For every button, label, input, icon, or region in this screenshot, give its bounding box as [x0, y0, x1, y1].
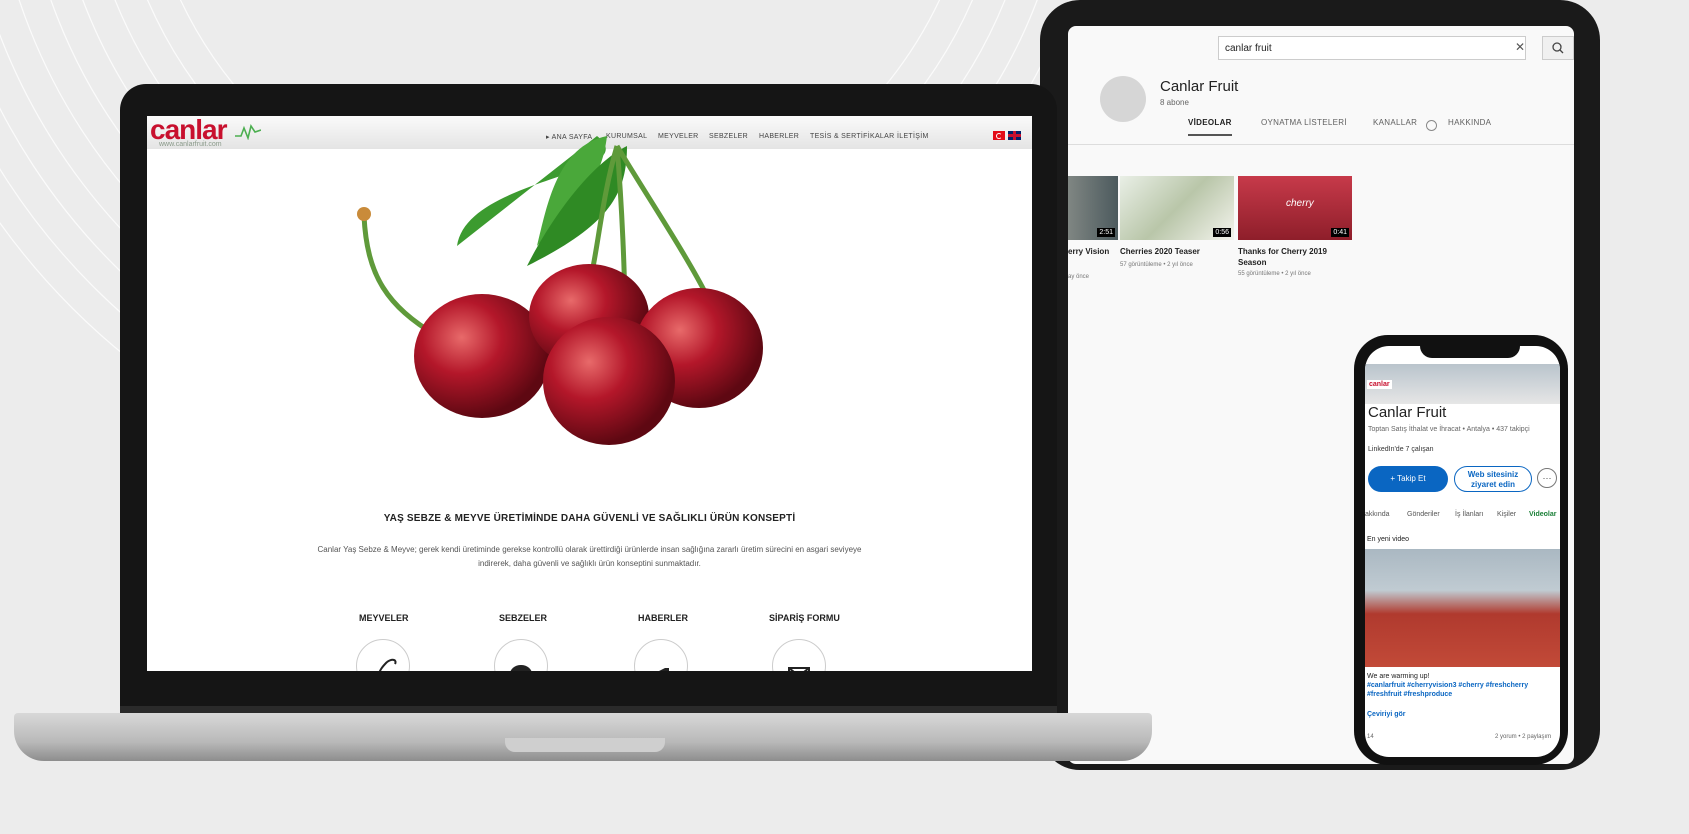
video-title[interactable]: Thanks for Cherry 2019 Season [1238, 246, 1350, 268]
tab-playlists[interactable]: OYNATMA LİSTELERİ [1261, 118, 1347, 127]
tab-videos[interactable]: Videolar [1529, 511, 1557, 518]
site-url: www.canlarfruit.com [159, 141, 222, 148]
video-player[interactable] [1365, 549, 1560, 667]
video-thumbnail[interactable]: 0:56 [1120, 176, 1234, 240]
tab-people[interactable]: Kişiler [1497, 511, 1516, 518]
nav-contact[interactable]: İLETİŞİM [897, 133, 929, 140]
video-duration: 0:41 [1331, 228, 1349, 237]
phone-screen: canlar Canlar Fruit Toptan Satış İthalat… [1365, 346, 1560, 757]
company-logo[interactable]: canlar [1367, 380, 1392, 389]
channel-avatar[interactable] [1100, 76, 1146, 122]
logo-wave-icon [235, 124, 261, 140]
turkish-flag-icon[interactable] [993, 131, 1005, 140]
company-banner [1365, 364, 1560, 404]
more-options-button[interactable]: ··· [1537, 468, 1557, 488]
vegetable-icon[interactable] [494, 639, 548, 671]
channel-search-icon[interactable] [1426, 120, 1437, 131]
tab-posts[interactable]: Gönderiler [1407, 511, 1440, 518]
phone-notch [1420, 344, 1520, 358]
category-fruits[interactable]: MEYVELER [359, 613, 409, 623]
video-title[interactable]: Cherries 2020 Teaser [1120, 246, 1234, 257]
post-hashtags[interactable]: #canlarfruit #cherryvision3 #cherry #fre… [1367, 682, 1528, 698]
laptop-trackpad-notch [505, 738, 665, 752]
tab-about[interactable]: HAKKINDA [1448, 118, 1491, 127]
video-meta: 55 görüntüleme • 2 yıl önce [1238, 271, 1311, 277]
site-headline: YAŞ SEBZE & MEYVE ÜRETİMİNDE DAHA GÜVENL… [383, 513, 796, 524]
clear-search-icon[interactable]: ✕ [1515, 40, 1525, 54]
tab-videos[interactable]: VİDEOLAR [1188, 118, 1232, 136]
search-icon [1552, 42, 1564, 54]
thumbnail-overlay-text: cherry [1286, 198, 1314, 209]
tab-about[interactable]: akkında [1365, 511, 1390, 518]
category-order-form[interactable]: SİPARİŞ FORMU [769, 613, 840, 623]
fruit-icon[interactable] [356, 639, 410, 671]
laptop-base [14, 713, 1152, 761]
reaction-count[interactable]: 14 [1367, 734, 1374, 740]
subscriber-count: 8 abone [1160, 98, 1189, 107]
category-vegetables[interactable]: SEBZELER [499, 613, 547, 623]
linkedin-employees[interactable]: LinkedIn'de 7 çalışan [1368, 446, 1434, 453]
tabs-divider [1068, 144, 1574, 145]
video-meta: ay önce [1068, 274, 1090, 280]
site-description: Canlar Yaş Sebze & Meyve; gerek kendi ür… [317, 545, 862, 568]
channel-tabs: VİDEOLAR OYNATMA LİSTELERİ KANALLAR HAKK… [1188, 118, 1568, 142]
post-text: We are warming up! #canlarfruit #cherryv… [1367, 672, 1557, 699]
laptop-screen: canlar www.canlarfruit.com ▸ ANA SAYFA K… [147, 116, 1032, 671]
search-button[interactable] [1542, 36, 1574, 60]
english-flag-icon[interactable] [1008, 131, 1021, 140]
post-body: We are warming up! [1367, 673, 1430, 680]
envelope-icon[interactable] [772, 639, 826, 671]
follow-button[interactable]: + Takip Et [1368, 466, 1448, 492]
video-thumbnail[interactable]: 2:51 [1068, 176, 1118, 240]
video-duration: 2:51 [1097, 228, 1115, 237]
comment-count[interactable]: 2 yorum • 2 paylaşım [1495, 734, 1551, 740]
cherries-image [357, 136, 763, 445]
video-thumbnail[interactable]: cherry 0:41 [1238, 176, 1352, 240]
channel-name: Canlar Fruit [1160, 78, 1239, 95]
video-title[interactable]: erry Vision [1068, 246, 1109, 257]
section-title: En yeni video [1367, 536, 1410, 543]
video-meta: 57 görüntüleme • 2 yıl önce [1120, 262, 1193, 268]
company-subtitle: Toptan Satış İthalat ve İhracat • Antaly… [1368, 426, 1530, 433]
tab-channels[interactable]: KANALLAR [1373, 118, 1417, 127]
tab-jobs[interactable]: İş İlanları [1455, 511, 1483, 518]
company-name: Canlar Fruit [1368, 404, 1447, 421]
category-news[interactable]: HABERLER [638, 613, 688, 623]
megaphone-icon[interactable] [634, 639, 688, 671]
translate-link[interactable]: Çeviriyi gör [1367, 711, 1406, 718]
visit-website-button[interactable]: Web sitesiniz ziyaret edin [1454, 466, 1532, 492]
video-duration: 0:56 [1213, 228, 1231, 237]
nav-facilities[interactable]: TESİS & SERTİFİKALAR [810, 133, 894, 140]
youtube-search-input[interactable]: canlar fruit [1218, 36, 1526, 60]
